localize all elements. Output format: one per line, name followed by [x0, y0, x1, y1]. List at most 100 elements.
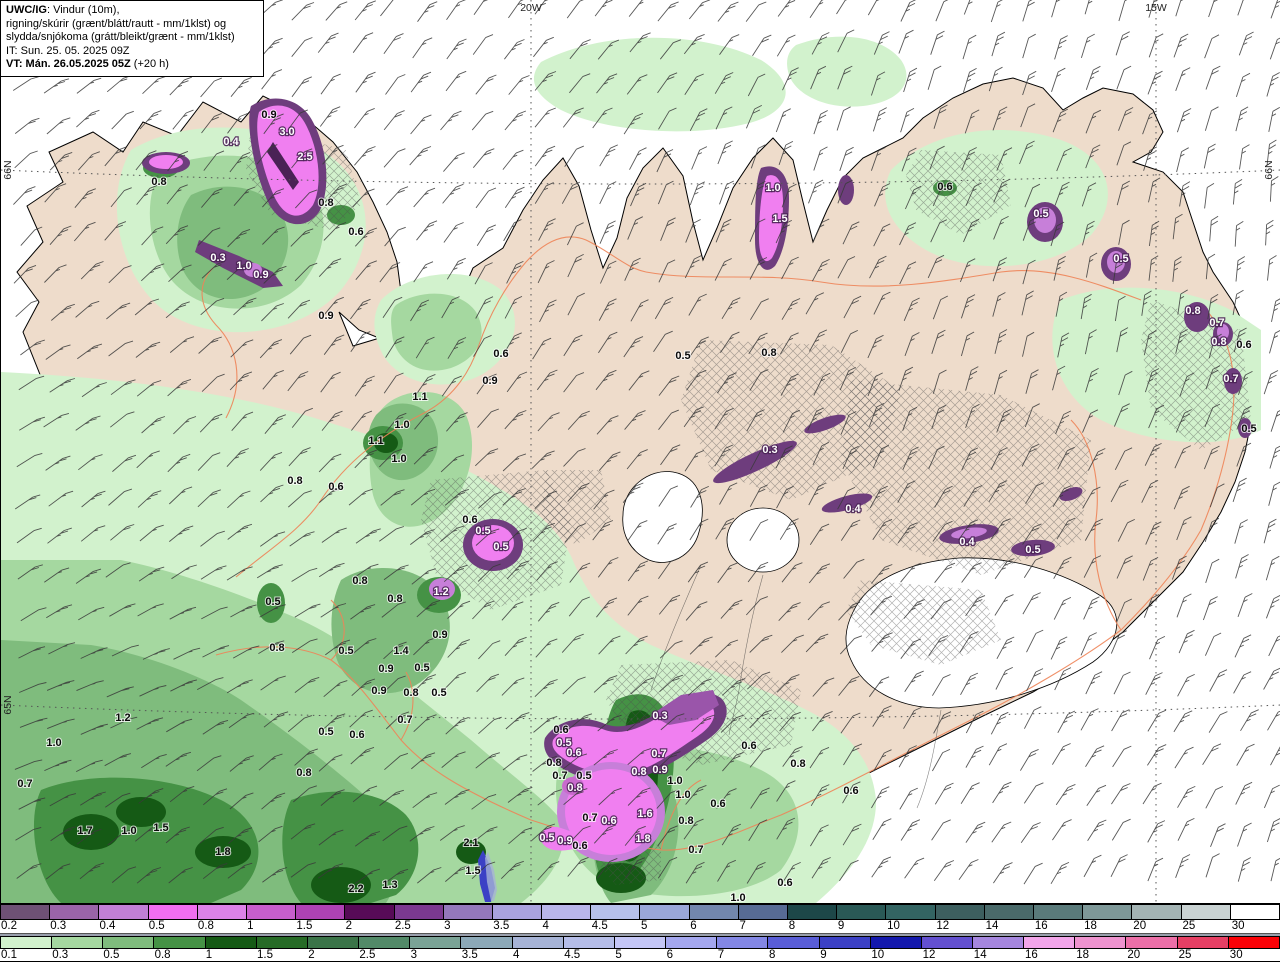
- rain-scale-swatch: [819, 937, 871, 948]
- precip-value-label: 0.3: [762, 444, 777, 456]
- precip-value-label: 0.6: [843, 785, 858, 797]
- sleet-scale-tick-label: 0.3: [50, 920, 67, 932]
- rain-scale-swatch: [256, 937, 308, 948]
- sleet-scale-tick-label: 16: [1034, 920, 1048, 932]
- rain-scale-labels: 0.1 0.3 0.5 0.8 1 1.5 2 2.5 3 3.5 4 4.5 5 6 7 8 9 10 12 14 1…: [0, 949, 1280, 962]
- precip-value-label: 0.5: [539, 832, 554, 844]
- rain-scale-tick-label: 2: [308, 949, 315, 961]
- precip-value-label: 1.8: [215, 846, 230, 858]
- precip-value-label: 0.8: [296, 767, 311, 779]
- precip-value-label: 0.8: [287, 475, 302, 487]
- rain-scale-swatch: [512, 937, 564, 948]
- precip-value-label: 1.1: [368, 435, 383, 447]
- rain-scale-swatch: [103, 937, 155, 948]
- sleet-scale-swatch: [1033, 905, 1084, 919]
- precip-value-label: 1.0: [765, 182, 780, 194]
- sleet-scale-swatch: [738, 905, 788, 919]
- sleet-scale-swatch: [542, 905, 592, 919]
- rain-scale-tick-label: 3: [410, 949, 417, 961]
- precip-value-label: 0.5: [431, 687, 446, 699]
- precip-value-label: 0.5: [1025, 544, 1040, 556]
- rain-scale-swatch: [768, 937, 820, 948]
- rain-scale-tick-label: 2.5: [359, 949, 376, 961]
- rain-scale-tick-label: 1.5: [257, 949, 273, 961]
- sleet-scale-swatch: [492, 905, 543, 919]
- rain-scale-swatch: [717, 937, 769, 948]
- rain-scale-swatch: [461, 937, 513, 948]
- title-line-3: slydda/snjókoma (grátt/bleikt/grænt - mm…: [6, 31, 235, 43]
- precip-value-label: 0.6: [493, 348, 508, 360]
- precip-value-label: 0.9: [557, 835, 572, 847]
- sleet-scale-tick-label: 9: [837, 920, 845, 932]
- rain-scale-swatch: [205, 937, 257, 948]
- precip-value-label: 0.6: [777, 877, 792, 889]
- rain-scale-swatch: [410, 937, 462, 948]
- precip-value-label: 1.4: [393, 645, 409, 657]
- rain-scale-swatch: [614, 937, 667, 948]
- precip-value-label: 0.7: [582, 812, 597, 824]
- precip-value-label: 1.0: [730, 892, 745, 903]
- precip-value-label: 0.8: [352, 575, 367, 587]
- precip-value-label: 0.5: [1113, 253, 1128, 265]
- rain-scale-swatch: [870, 937, 922, 948]
- precip-value-label: 0.5: [1241, 423, 1256, 435]
- precip-value-label: 2.5: [297, 151, 312, 163]
- sleet-scale-tick-label: 4.5: [591, 920, 608, 932]
- precip-value-label: 0.6: [553, 724, 568, 736]
- precip-value-label: 0.4: [223, 136, 239, 148]
- rain-scale-swatch: [52, 937, 104, 948]
- precip-value-label: 0.9: [261, 109, 276, 121]
- precip-value-label: 1.0: [667, 775, 682, 787]
- precip-value-label: 0.9: [318, 310, 333, 322]
- sleet-scale-tick-label: 2: [345, 920, 353, 932]
- sleet-scale-tick-label: 1.5: [296, 920, 313, 932]
- sleet-scale-swatch: [394, 905, 444, 919]
- title-line-4: IT: Sun. 25. 05. 2025 09Z: [6, 44, 130, 57]
- precip-value-label: 0.5: [475, 525, 490, 537]
- precip-value-label: 0.8: [1185, 305, 1200, 317]
- sleet-scale-swatch: [1181, 905, 1231, 919]
- forecast-map: 0.80.40.93.02.50.80.60.31.00.90.90.60.91…: [0, 0, 1280, 903]
- precip-value-label: 0.7: [17, 778, 32, 790]
- color-scales: 0.2 0.3 0.4 0.5 0.8 1 1.5 2 2.5 3 3.5 4 4.5 5 6 7 8 9 10 12…: [0, 903, 1280, 962]
- rain-scale-tick-label: 0.5: [103, 949, 120, 961]
- sleet-scale-tick-label: 0.5: [148, 920, 165, 932]
- rain-scale-tick-label: 8: [769, 949, 776, 961]
- precip-value-label: 0.3: [210, 252, 225, 264]
- precip-value-label: 0.8: [1211, 336, 1226, 348]
- precip-value-label: 0.6: [741, 740, 756, 752]
- precip-value-label: 0.9: [482, 375, 497, 387]
- precip-value-label: 0.6: [572, 840, 587, 852]
- sleet-scale-tick-label: 10: [887, 920, 900, 932]
- title-line-2: rigning/skúrir (grænt/blátt/rautt - mm/1…: [6, 17, 227, 30]
- sleet-scale-swatch: [246, 905, 297, 919]
- precip-value-label: 1.0: [121, 825, 136, 837]
- rain-scale-tick-label: 6: [666, 949, 673, 961]
- precip-value-label: 1.0: [675, 789, 690, 801]
- precip-value-label: 0.4: [959, 536, 975, 548]
- sleet-scale-tick-label: 6: [690, 920, 697, 932]
- rain-scale-swatch: [1024, 937, 1076, 948]
- precip-value-label: 0.8: [269, 642, 284, 654]
- sleet-scale-tick-label: 0.8: [197, 920, 214, 932]
- rain-scale-tick-label: 16: [1025, 949, 1038, 961]
- sleet-scale-swatch: [99, 905, 149, 919]
- precip-value-label: 0.7: [651, 748, 666, 760]
- title-line-5: VT: Mán. 26.05.2025 05Z (+20 h): [6, 58, 169, 70]
- rain-scale-tick-label: 18: [1076, 949, 1089, 961]
- graticule-label: 66N: [2, 160, 14, 179]
- precip-value-label: 0.6: [1236, 339, 1251, 351]
- precip-value-label: 0.8: [403, 687, 418, 699]
- sleet-scale-tick-label: 3.5: [493, 920, 510, 932]
- precip-value-label: 0.8: [631, 766, 646, 778]
- precip-value-label: 0.8: [678, 815, 693, 827]
- sleet-scale-tick-label: 3: [444, 920, 451, 932]
- rain-scale-swatch: [1126, 937, 1178, 948]
- rain-scale-swatch: [359, 937, 411, 948]
- sleet-scale-swatch: [197, 905, 247, 919]
- precip-value-label: 0.6: [566, 747, 581, 759]
- precip-value-label: 0.8: [567, 782, 582, 794]
- sleet-scale-tick-label: 2.5: [394, 920, 411, 932]
- precip-value-label: 0.5: [338, 645, 353, 657]
- graticule-label: 20W: [520, 2, 542, 14]
